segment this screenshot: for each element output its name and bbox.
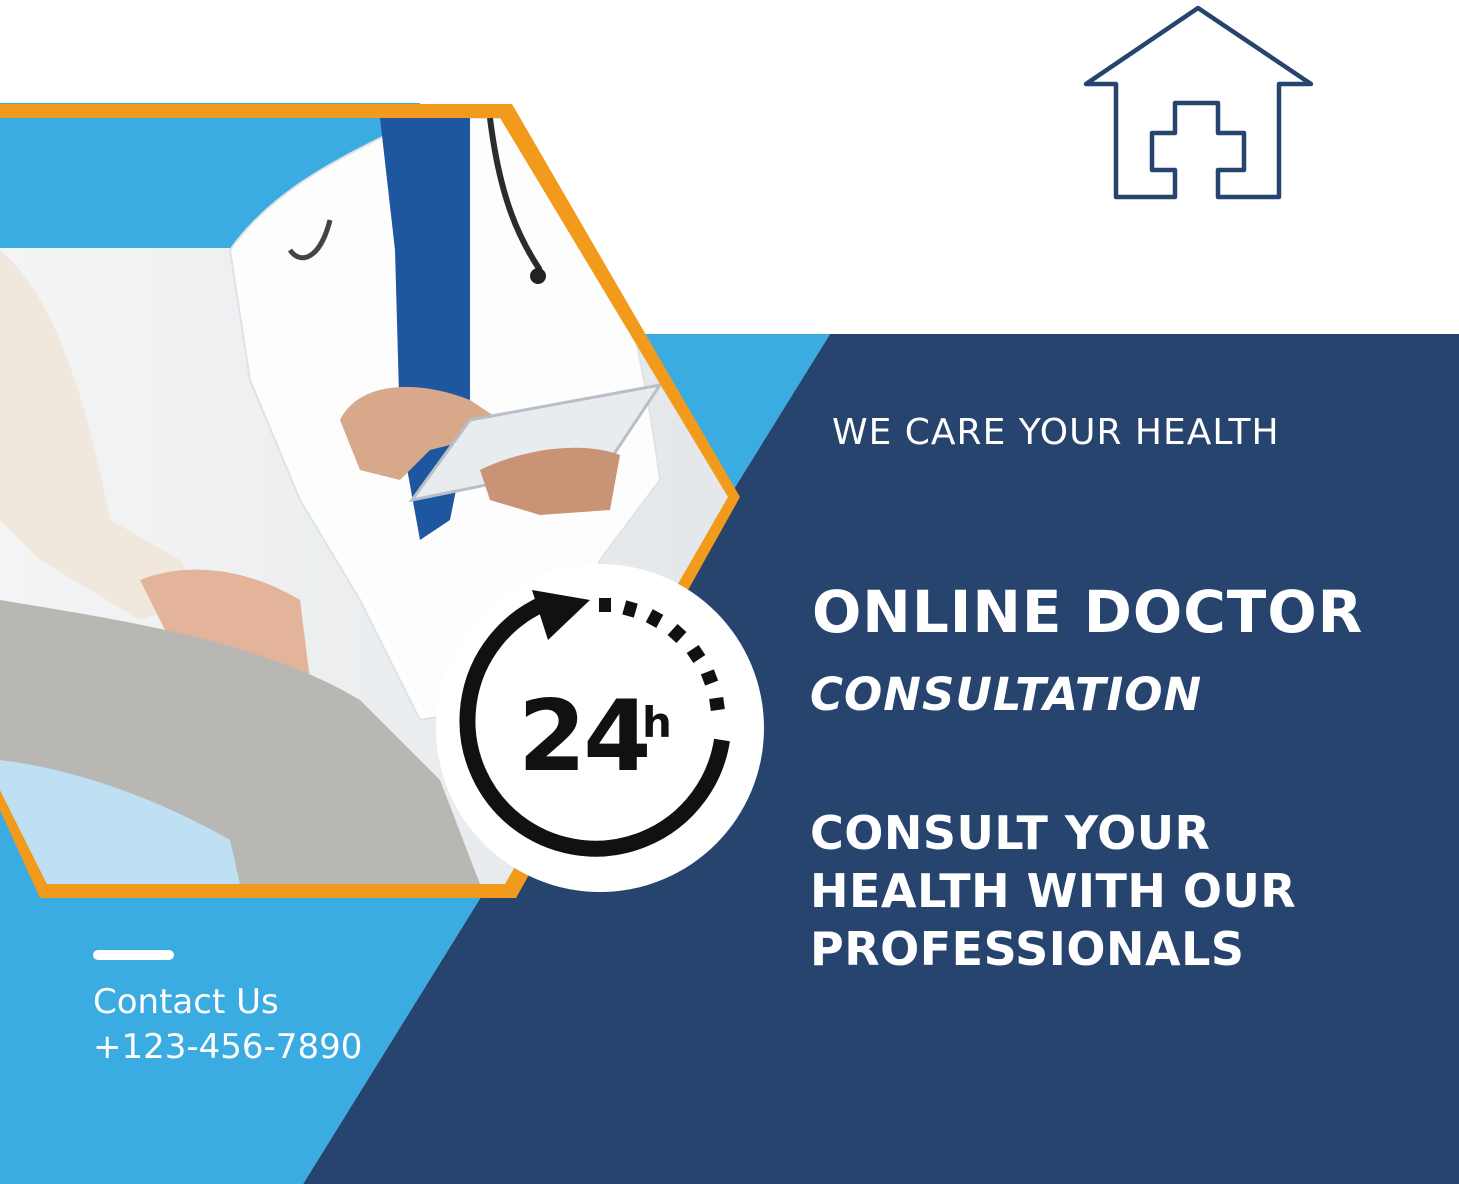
house-medical-cross-icon xyxy=(1083,5,1314,200)
body-line-1: CONSULT YOUR xyxy=(810,806,1211,860)
body-copy: CONSULT YOUR HEALTH WITH OUR PROFESSIONA… xyxy=(810,804,1410,978)
badge-unit-h: h xyxy=(642,698,672,747)
headline-title: ONLINE DOCTOR xyxy=(812,578,1364,646)
body-line-3: PROFESSIONALS xyxy=(810,922,1245,976)
contact-divider xyxy=(93,950,174,960)
contact-phone[interactable]: +123-456-7890 xyxy=(93,1027,362,1067)
contact-label: Contact Us xyxy=(93,982,279,1022)
body-line-2: HEALTH WITH OUR xyxy=(810,864,1297,918)
flyer-canvas: 24 h WE CARE YOUR HEALTH ONLINE DOCTOR C… xyxy=(0,0,1459,1184)
tagline: WE CARE YOUR HEALTH xyxy=(832,412,1280,453)
headline-subtitle: CONSULTATION xyxy=(810,668,1203,721)
badge-24-number: 24 xyxy=(518,680,651,794)
